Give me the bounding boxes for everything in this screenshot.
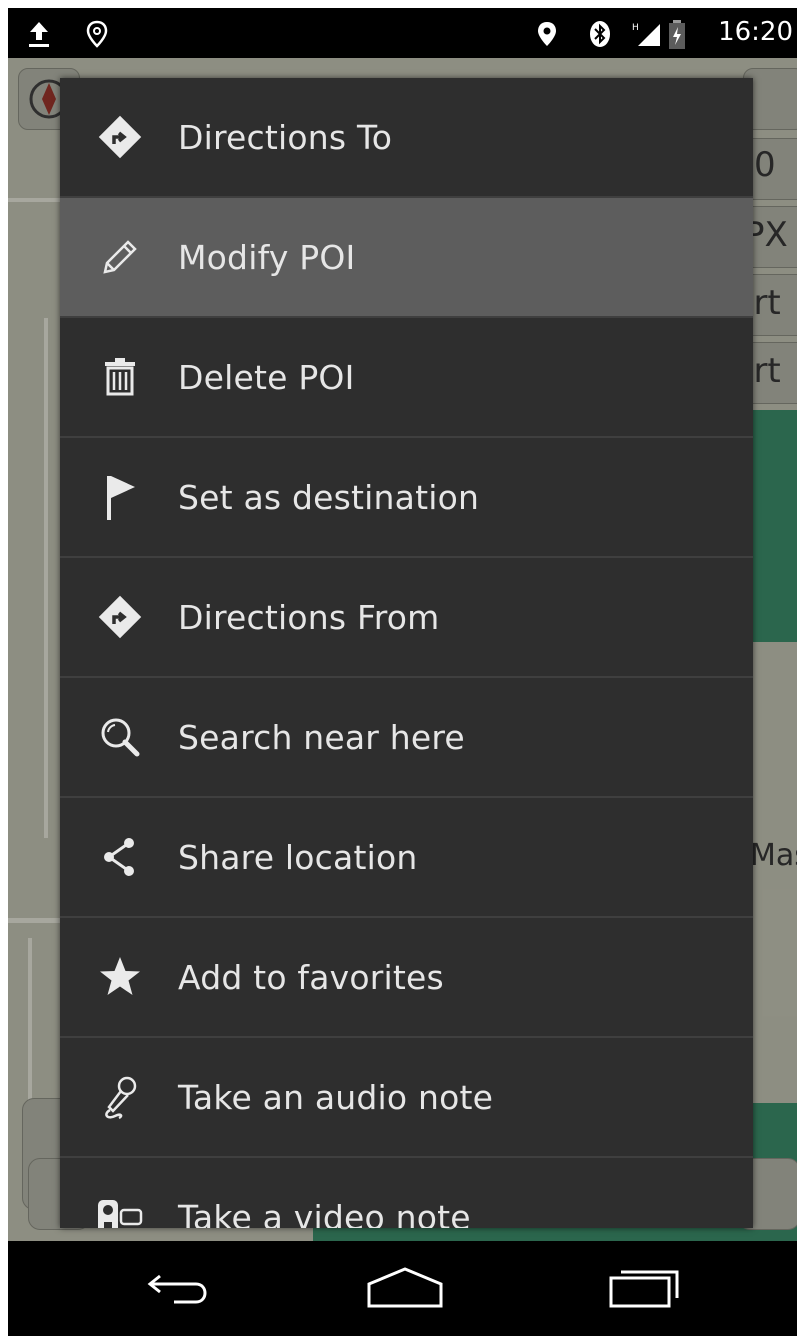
- navigation-bar: [8, 1241, 797, 1336]
- menu-item-label: Take an audio note: [178, 1077, 494, 1117]
- menu-item-audio-note[interactable]: Take an audio note: [60, 1038, 753, 1158]
- trash-icon: [90, 347, 150, 407]
- menu-item-modify-poi[interactable]: Modify POI: [60, 198, 753, 318]
- menu-item-search-near[interactable]: Search near here: [60, 678, 753, 798]
- status-time: 16:20: [718, 17, 793, 47]
- bluetooth-icon: [588, 20, 614, 47]
- status-bar: H 16:20: [8, 8, 797, 58]
- directions-icon: [90, 587, 150, 647]
- pencil-icon: [90, 227, 150, 287]
- menu-item-label: Modify POI: [178, 237, 356, 277]
- share-icon: [90, 827, 150, 887]
- menu-item-label: Set as destination: [178, 477, 480, 517]
- phone-screen: H 16:20 0 PX irt irt Mas: [8, 8, 797, 1336]
- signal-icon: H: [632, 20, 660, 46]
- menu-item-delete-poi[interactable]: Delete POI: [60, 318, 753, 438]
- search-icon: [90, 707, 150, 767]
- menu-item-label: Directions To: [178, 117, 393, 157]
- microphone-icon: [90, 1067, 150, 1127]
- location-pin-icon: [536, 20, 562, 46]
- video-camera-icon: [90, 1187, 150, 1228]
- menu-item-share-location[interactable]: Share location: [60, 798, 753, 918]
- menu-item-directions-to[interactable]: Directions To: [60, 78, 753, 198]
- back-button[interactable]: [136, 1263, 226, 1313]
- menu-item-directions-from[interactable]: Directions From: [60, 558, 753, 678]
- battery-icon: [668, 20, 694, 49]
- home-icon: [367, 1267, 443, 1308]
- menu-item-add-favorites[interactable]: Add to favorites: [60, 918, 753, 1038]
- flag-icon: [90, 467, 150, 527]
- home-button[interactable]: [360, 1263, 450, 1313]
- back-icon: [147, 1274, 207, 1304]
- directions-icon: [90, 107, 150, 167]
- star-icon: [90, 947, 150, 1007]
- menu-item-set-destination[interactable]: Set as destination: [60, 438, 753, 558]
- location-outline-icon: [86, 20, 112, 48]
- recent-apps-icon: [609, 1270, 679, 1308]
- menu-item-label: Search near here: [178, 717, 465, 757]
- menu-item-label: Add to favorites: [178, 957, 444, 997]
- poi-context-menu: Directions To Modify POI Delete POI Set …: [60, 78, 753, 1228]
- menu-item-label: Take a video note: [178, 1197, 471, 1229]
- svg-text:H: H: [632, 23, 639, 33]
- upload-icon: [26, 20, 52, 47]
- menu-item-label: Directions From: [178, 597, 440, 637]
- recent-apps-button[interactable]: [600, 1263, 690, 1313]
- menu-item-video-note[interactable]: Take a video note: [60, 1158, 753, 1228]
- menu-item-label: Delete POI: [178, 357, 355, 397]
- menu-item-label: Share location: [178, 837, 418, 877]
